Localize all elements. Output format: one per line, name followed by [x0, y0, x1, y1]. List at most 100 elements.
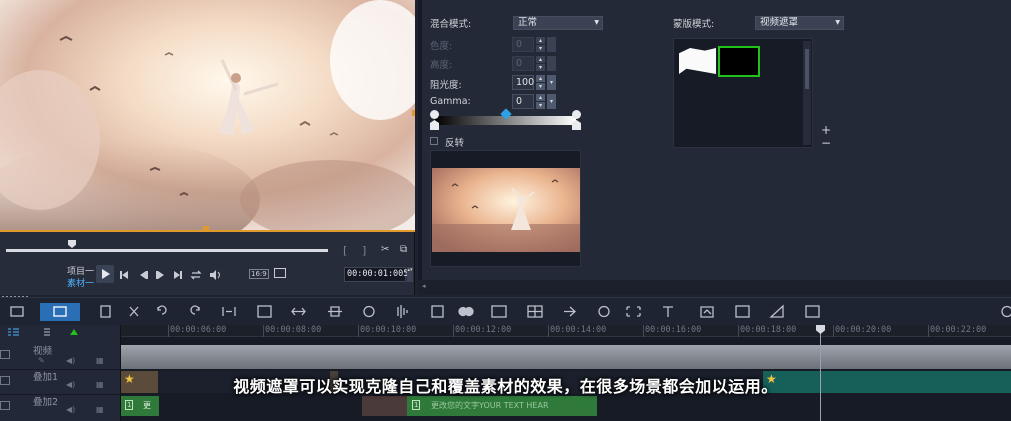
range-low-handle[interactable] [430, 110, 439, 119]
split-clip-icon[interactable]: ✂ [381, 244, 389, 255]
mask-preview-frame [430, 150, 581, 267]
invert-label: 反转 [445, 138, 465, 149]
aspect-ratio-button[interactable]: 16:9 [249, 269, 269, 279]
title-clip-text: 更改您的文字YOUR TEXT HEAR [431, 401, 549, 410]
opacity-spin-down[interactable]: ▾ [536, 83, 545, 90]
repeat-icon [190, 270, 202, 280]
blend-mode-value: 正常 [518, 17, 538, 28]
add-mask-button[interactable]: + [821, 123, 831, 137]
tick-mark [168, 325, 169, 337]
hue-spin-button-down[interactable]: ▾ [536, 45, 545, 52]
subtitle-caption: 视频遮罩可以实现克隆自己和覆盖素材的效果，在很多场景都会加以运用。 [233, 377, 778, 396]
play-icon [102, 269, 110, 279]
crop-icon [626, 306, 641, 317]
track-header-tools [8, 328, 78, 336]
mask-thumb-black-selected[interactable] [718, 46, 760, 77]
timeline-view-button [40, 303, 80, 321]
gamma-input[interactable]: 0 [512, 94, 534, 109]
volume-icon [210, 270, 216, 280]
remove-mask-button[interactable]: − [821, 136, 831, 150]
video-track-icon [0, 350, 10, 359]
overlay-track-icon [0, 401, 10, 410]
next-frame-icon [156, 271, 164, 279]
range-high-handle[interactable] [572, 110, 581, 119]
copy-icon [100, 305, 111, 318]
undo-icon [157, 305, 167, 315]
track-manager-icon [8, 328, 19, 336]
tick-mark [453, 325, 454, 337]
chapter-icon [44, 328, 50, 336]
speaker-icon[interactable]: ◀) [66, 356, 75, 365]
scrub-bar[interactable] [6, 249, 328, 252]
overlay2-video-clip[interactable] [362, 396, 407, 416]
mask-options-panel: ◂ 混合模式: 正常 ▼ 色度: 0 ▴ ▾ 高度: 0 ▴ ▾ 阻光度: 10… [418, 0, 1011, 295]
overlay2-title-clip[interactable]: 1 更 [121, 396, 159, 416]
tick-mark [358, 325, 359, 337]
title-clip-number: 1 [412, 400, 421, 410]
adjust-icon [769, 304, 784, 318]
overlay2-title-clip-2[interactable]: 1 更改您的文字YOUR TEXT HEAR [407, 396, 597, 416]
title-icon [491, 305, 507, 318]
collapse-arrow-icon[interactable]: ◂ [422, 282, 426, 290]
timecode-display[interactable]: 00:00:01:005 [344, 267, 408, 282]
gamma-spin-up[interactable]: ▴ [536, 94, 545, 101]
lum-label: 高度: [430, 60, 453, 71]
tick-label: 00:00:20:00 [835, 325, 892, 335]
clip-mode-label[interactable]: 素材一 [67, 276, 94, 289]
play-button[interactable] [96, 265, 114, 283]
mask-mode-value: 视频遮罩 [760, 17, 799, 28]
tick-label: 00:00:10:00 [360, 325, 417, 335]
mark-out-button[interactable]: ] [362, 244, 366, 257]
hue-label: 色度: [430, 41, 453, 52]
hue-slider-button[interactable] [547, 37, 556, 52]
resize-preview-icon[interactable] [274, 268, 286, 278]
opacity-input[interactable]: 100 [512, 75, 534, 90]
zoom-icon [1001, 305, 1011, 318]
mask-preview-image [432, 168, 580, 252]
track-header-overlay2[interactable]: 叠加2 ◀) ▦ [0, 396, 121, 421]
tick-mark [643, 325, 644, 337]
mask-thumb-white[interactable] [679, 48, 716, 74]
pencil-icon[interactable]: ✎ [38, 356, 45, 365]
ripple-edit-icon [70, 329, 78, 335]
mask-mode-label: 蒙版模式: [673, 19, 715, 30]
speaker-icon[interactable]: ◀) [66, 405, 75, 414]
tick-mark [928, 325, 929, 337]
gamma-slider-button[interactable]: ▾ [547, 94, 556, 109]
opacity-slider-button[interactable]: ▾ [547, 75, 556, 90]
tools-icon [129, 306, 139, 317]
end-icon [174, 271, 182, 279]
tick-label: 00:00:16:00 [645, 325, 702, 335]
tick-mark [738, 325, 739, 337]
hue-input[interactable]: 0 [512, 37, 534, 52]
preview-crop-handle[interactable] [412, 110, 415, 116]
lum-slider-button[interactable] [547, 56, 556, 71]
grid-icon[interactable]: ▦ [96, 405, 104, 414]
tick-label: 00:00:08:00 [265, 325, 322, 335]
video-track-clip[interactable] [121, 345, 1011, 369]
tick-label: 00:00:22:00 [930, 325, 987, 335]
motion-icon [564, 306, 576, 317]
lum-input[interactable]: 0 [512, 56, 534, 71]
invert-checkbox[interactable] [430, 137, 438, 145]
filter-icon [735, 305, 750, 318]
grid-icon[interactable]: ▦ [96, 356, 104, 365]
lum-spin-button-down[interactable]: ▾ [536, 64, 545, 71]
track-header-video[interactable]: 视频 ✎ ◀) ▦ [0, 345, 121, 370]
snapshot-icon[interactable]: ⧉ [400, 244, 407, 255]
blend-mode-label: 混合模式: [430, 19, 472, 30]
mask-list-scrollbar[interactable] [803, 41, 811, 145]
mask-mode-select[interactable]: 视频遮罩 ▼ [755, 16, 844, 30]
scrub-handle[interactable] [68, 240, 76, 248]
lum-spin-button[interactable]: ▴ [536, 56, 545, 63]
tick-label: 00:00:12:00 [455, 325, 512, 335]
opacity-spin-up[interactable]: ▴ [536, 75, 545, 82]
home-icon [120, 271, 128, 279]
gamma-spin-down[interactable]: ▾ [536, 102, 545, 109]
timecode-stepper[interactable]: ▴▾ [407, 267, 413, 282]
split-icon [431, 305, 444, 318]
blend-mode-select[interactable]: 正常 ▼ [513, 16, 603, 30]
hue-spin-button[interactable]: ▴ [536, 37, 545, 44]
mark-in-button[interactable]: [ [343, 244, 347, 257]
toolbar-icons [10, 303, 1011, 321]
